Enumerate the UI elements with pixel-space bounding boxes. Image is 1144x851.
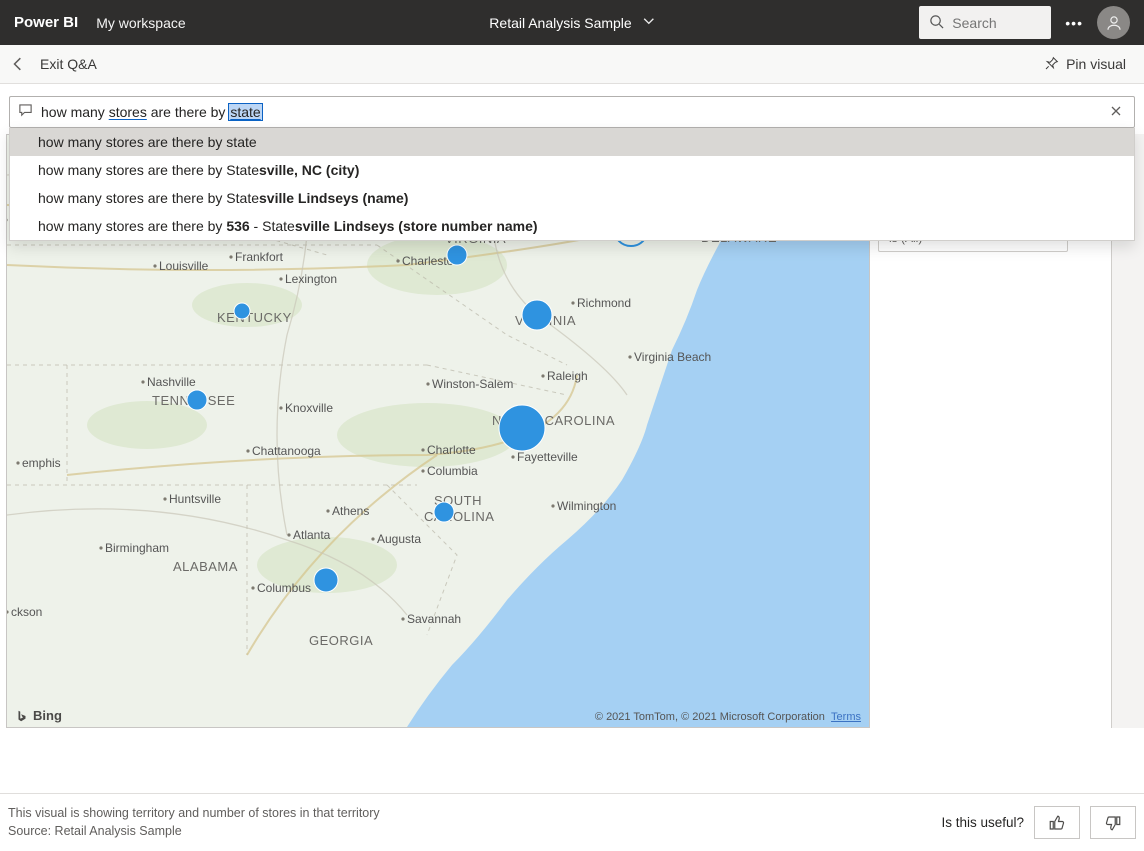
- map-state-label: GEORGIA: [309, 633, 373, 648]
- report-title: Retail Analysis Sample: [489, 15, 631, 31]
- status-source: Source: Retail Analysis Sample: [8, 823, 380, 841]
- exit-qa-button[interactable]: Exit Q&A: [40, 56, 97, 72]
- map-data-bubble[interactable]: [522, 300, 552, 330]
- map-city-label: Huntsville: [169, 492, 221, 506]
- map-city-label: Columbus: [257, 581, 311, 595]
- top-app-bar: Power BI My workspace Retail Analysis Sa…: [0, 0, 1144, 45]
- map-city-label: Charlotte: [427, 443, 476, 457]
- map-city-label: Louisville: [159, 259, 209, 273]
- map-city-label: ckson: [11, 605, 42, 619]
- terms-link[interactable]: Terms: [831, 711, 861, 723]
- status-description: This visual is showing territory and num…: [8, 805, 380, 823]
- qa-suggestion-item[interactable]: how many stores are there by Statesville…: [10, 156, 1134, 184]
- map-city-label: Richmond: [577, 296, 631, 310]
- map-city-label: Wilmington: [557, 499, 616, 513]
- chat-icon: [18, 103, 33, 121]
- map-state-label: KENTUCKY: [217, 310, 292, 325]
- map-data-bubble[interactable]: [314, 568, 338, 592]
- back-button[interactable]: [6, 52, 30, 76]
- qa-suggestion-list: how many stores are there by state how m…: [9, 128, 1135, 241]
- map-city-label: Nashville: [147, 375, 196, 389]
- status-bar: This visual is showing territory and num…: [0, 793, 1144, 851]
- qa-question-input[interactable]: how many stores are there by state: [9, 96, 1135, 128]
- brand-label: Power BI: [14, 14, 78, 31]
- map-city-label: Frankfort: [235, 250, 284, 264]
- qa-suggestion-item[interactable]: how many stores are there by 536 - State…: [10, 212, 1134, 240]
- map-city-label: Athens: [332, 504, 369, 518]
- thumbs-up-button[interactable]: [1034, 806, 1080, 839]
- pin-visual-button[interactable]: Pin visual: [1044, 55, 1138, 74]
- map-city-label: Knoxville: [285, 401, 333, 415]
- search-icon: [929, 14, 944, 32]
- pin-visual-label: Pin visual: [1066, 56, 1126, 72]
- qa-suggestion-item[interactable]: how many stores are there by state: [10, 128, 1134, 156]
- map-data-bubble[interactable]: [499, 405, 545, 451]
- map-city-label: Birmingham: [105, 541, 169, 555]
- map-state-label: ALABAMA: [173, 559, 238, 574]
- more-options-button[interactable]: •••: [1065, 15, 1083, 31]
- map-attribution: © 2021 TomTom, © 2021 Microsoft Corporat…: [595, 711, 861, 723]
- map-city-label: Fayetteville: [517, 450, 578, 464]
- map-city-label: Raleigh: [547, 369, 588, 383]
- search-input[interactable]: [952, 15, 1032, 31]
- map-data-bubble[interactable]: [447, 245, 467, 265]
- map-city-label: Augusta: [377, 532, 421, 546]
- qa-subbar: Exit Q&A Pin visual: [0, 45, 1144, 84]
- useful-label: Is this useful?: [941, 815, 1024, 830]
- chevron-down-icon: [644, 16, 655, 30]
- qa-suggestion-item[interactable]: how many stores are there by Statesville…: [10, 184, 1134, 212]
- map-city-label: emphis: [22, 456, 61, 470]
- user-avatar[interactable]: [1097, 6, 1130, 39]
- map-city-label: Atlanta: [293, 528, 331, 542]
- map-city-label: Winston-Salem: [432, 377, 513, 391]
- workspace-label[interactable]: My workspace: [96, 15, 185, 31]
- map-city-label: Lexington: [285, 272, 337, 286]
- map-data-bubble[interactable]: [187, 390, 207, 410]
- map-city-label: Chattanooga: [252, 444, 321, 458]
- pin-icon: [1044, 55, 1060, 74]
- bing-logo: Bing: [15, 708, 62, 723]
- map-data-bubble[interactable]: [434, 502, 454, 522]
- thumbs-down-button[interactable]: [1090, 806, 1136, 839]
- map-city-label: Virginia Beach: [634, 350, 711, 364]
- map-data-bubble[interactable]: [234, 303, 250, 319]
- global-search[interactable]: [919, 6, 1051, 39]
- report-title-dropdown[interactable]: Retail Analysis Sample: [489, 0, 654, 45]
- clear-input-button[interactable]: [1106, 100, 1126, 124]
- map-city-label: Columbia: [427, 464, 478, 478]
- qa-question-text: how many stores are there by state: [41, 104, 263, 120]
- map-city-label: Savannah: [407, 612, 461, 626]
